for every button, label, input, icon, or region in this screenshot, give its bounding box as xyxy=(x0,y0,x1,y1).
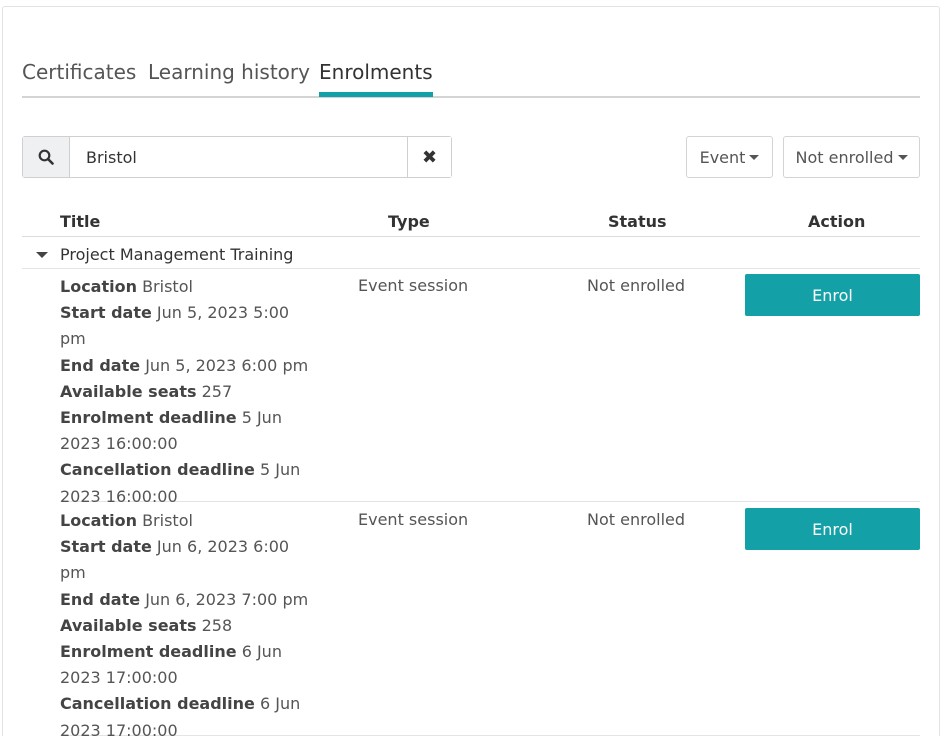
end-date-value: Jun 5, 2023 6:00 pm xyxy=(145,355,309,375)
session-details: Location Bristol Start date Jun 6, 2023 … xyxy=(60,508,310,736)
column-header-status[interactable]: Status xyxy=(608,212,667,231)
location-value: Bristol xyxy=(142,277,193,296)
available-seats-value: 257 xyxy=(201,381,233,401)
type-filter-label: Event xyxy=(699,147,746,167)
table-row: Location Bristol Start date Jun 6, 2023 … xyxy=(60,504,920,736)
tab-enrolments[interactable]: Enrolments xyxy=(319,56,433,97)
status-filter-label: Not enrolled xyxy=(795,147,894,167)
tab-bar: Certificates Learning history Enrolments xyxy=(22,56,920,98)
available-seats-value: 258 xyxy=(201,615,233,635)
available-seats-label: Available seats xyxy=(60,381,197,401)
table-row: Location Bristol Start date Jun 5, 2023 … xyxy=(60,270,920,506)
column-header-type[interactable]: Type xyxy=(388,212,430,231)
type-cell: Event session xyxy=(358,276,469,295)
location-value: Bristol xyxy=(142,511,193,530)
location-label: Location xyxy=(60,277,137,296)
start-date-label: Start date xyxy=(60,303,152,323)
start-date-label: Start date xyxy=(60,537,152,557)
cancellation-deadline-label: Cancellation deadline xyxy=(60,694,255,714)
caret-down-icon xyxy=(897,154,908,160)
enrolment-deadline-label: Enrolment deadline xyxy=(60,642,237,662)
status-cell: Not enrolled xyxy=(587,510,686,529)
location-label: Location xyxy=(60,511,137,530)
end-date-label: End date xyxy=(60,589,141,609)
end-date-value: Jun 6, 2023 7:00 pm xyxy=(145,589,309,609)
search-group: ✖ xyxy=(22,136,452,178)
enrol-button[interactable]: Enrol xyxy=(745,508,920,550)
session-details: Location Bristol Start date Jun 5, 2023 … xyxy=(60,274,310,510)
clear-search-icon[interactable]: ✖ xyxy=(407,137,451,177)
tab-learning-history[interactable]: Learning history xyxy=(148,56,310,96)
course-title: Project Management Training xyxy=(60,245,294,264)
column-header-action: Action xyxy=(808,212,866,231)
search-icon[interactable] xyxy=(23,137,70,177)
table-header: Title Type Status Action xyxy=(22,206,920,237)
course-group-row[interactable]: Project Management Training xyxy=(22,240,920,269)
search-input[interactable] xyxy=(70,137,407,177)
available-seats-label: Available seats xyxy=(60,615,197,635)
collapse-triangle-icon[interactable] xyxy=(36,252,48,258)
type-cell: Event session xyxy=(358,510,469,529)
enrol-button[interactable]: Enrol xyxy=(745,274,920,316)
enrolment-deadline-label: Enrolment deadline xyxy=(60,408,237,428)
cancellation-deadline-label: Cancellation deadline xyxy=(60,460,255,480)
tab-certificates[interactable]: Certificates xyxy=(22,56,136,96)
caret-down-icon xyxy=(749,154,760,160)
column-header-title[interactable]: Title xyxy=(60,212,100,231)
end-date-label: End date xyxy=(60,355,141,375)
status-filter-dropdown[interactable]: Not enrolled xyxy=(783,136,920,178)
type-filter-dropdown[interactable]: Event xyxy=(686,136,773,178)
status-cell: Not enrolled xyxy=(587,276,686,295)
